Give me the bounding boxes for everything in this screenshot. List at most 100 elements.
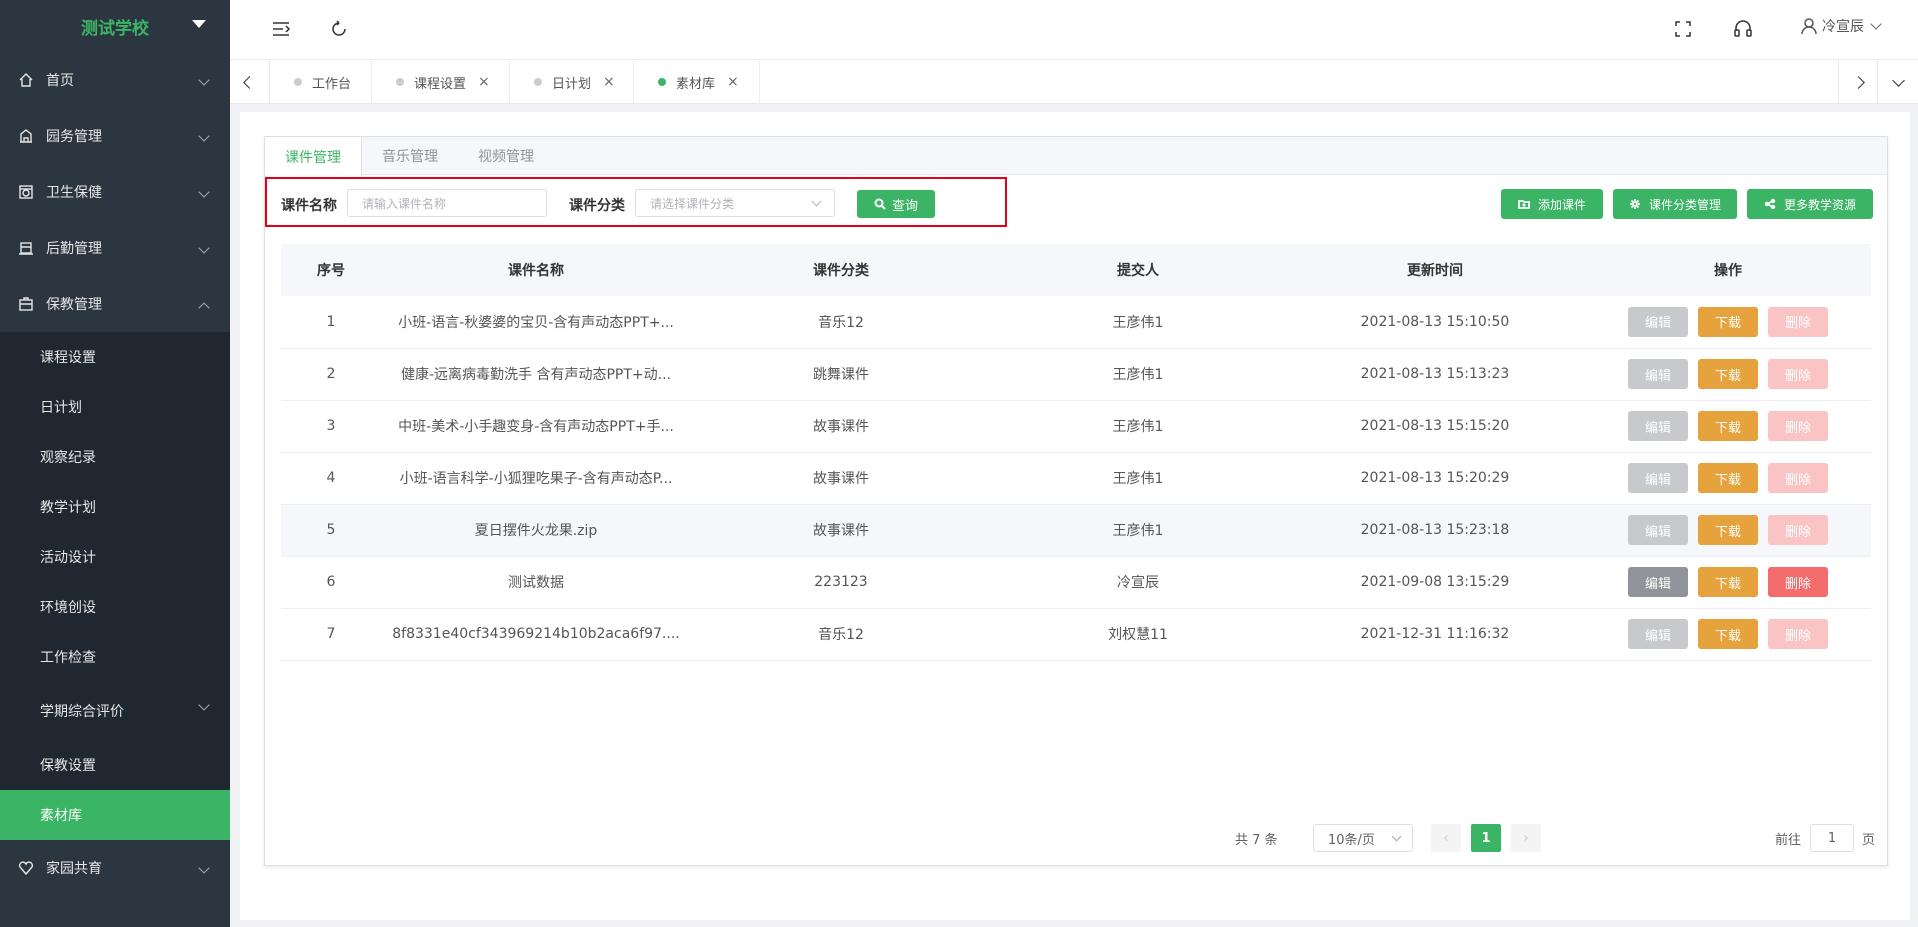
share-icon xyxy=(1764,198,1776,210)
menu-administration[interactable]: 园务管理 xyxy=(0,108,230,164)
gear-icon xyxy=(1629,199,1640,209)
cell-updated: 2021-08-13 15:13:23 xyxy=(1285,348,1585,401)
home-icon xyxy=(19,73,33,87)
download-button[interactable]: 下载 xyxy=(1698,619,1758,649)
sidebar-item-teaching-plan[interactable]: 教学计划 xyxy=(0,482,230,532)
chevron-down-icon xyxy=(198,862,210,874)
menu-home[interactable]: 首页 xyxy=(0,52,230,108)
tab-material-library[interactable]: 素材库 × xyxy=(634,60,760,104)
chevron-down-icon xyxy=(198,242,210,254)
search-form: 课件名称 请输入课件名称 课件分类 请选择课件分类 查询 xyxy=(265,177,1007,227)
tab-course-settings[interactable]: 课程设置 × xyxy=(372,60,510,104)
cell-submitter: 王彦伟1 xyxy=(991,348,1285,401)
menu-health[interactable]: 卫生保健 xyxy=(0,164,230,220)
chevron-left-icon xyxy=(243,75,256,89)
main-content: 课件管理 音乐管理 视频管理 课件名称 请输入课件名称 课件分类 请选择课件分类… xyxy=(240,112,1910,920)
sidebar-item-course-settings[interactable]: 课程设置 xyxy=(0,332,230,382)
download-button[interactable]: 下载 xyxy=(1698,359,1758,389)
query-label: 查询 xyxy=(891,198,918,214)
cell-submitter: 王彦伟1 xyxy=(991,504,1285,557)
tab-courseware[interactable]: 课件管理 xyxy=(265,137,362,176)
table-row: 1 小班-语言-秋婆婆的宝贝-含有声动态PPT+... 音乐12 王彦伟1 20… xyxy=(281,296,1871,349)
folder-add-icon xyxy=(1518,200,1530,209)
sidebar-item-term-evaluation[interactable]: 学期综合评价 xyxy=(0,682,230,740)
education-submenu: 课程设置 日计划 观察纪录 教学计划 活动设计 环境创设 工作检查 学期综合评价… xyxy=(0,332,230,840)
caret-down-icon[interactable] xyxy=(192,20,206,28)
edit-button: 编辑 xyxy=(1628,463,1688,493)
cell-name: 8f8331e40cf343969214b10b2aca6f97.... xyxy=(381,608,691,661)
sidebar-item-observation[interactable]: 观察纪录 xyxy=(0,432,230,482)
tabs-menu[interactable] xyxy=(1878,60,1918,104)
goto-label: 前往 xyxy=(1775,832,1802,848)
school-switcher[interactable]: 测试学校 xyxy=(0,0,230,52)
sub-label: 保教设置 xyxy=(40,758,96,774)
sidebar-item-environment[interactable]: 环境创设 xyxy=(0,582,230,632)
menu-home-school[interactable]: 家园共育 xyxy=(0,840,230,896)
add-courseware-button[interactable]: 添加课件 xyxy=(1501,189,1603,219)
cell-updated: 2021-08-13 15:20:29 xyxy=(1285,452,1585,505)
delete-button: 删除 xyxy=(1768,619,1828,649)
download-button[interactable]: 下载 xyxy=(1698,306,1758,337)
tabs-scroll-left[interactable] xyxy=(230,60,270,104)
sidebar-item-material-library[interactable]: 素材库 xyxy=(0,790,230,840)
edit-button: 编辑 xyxy=(1628,359,1688,389)
cell-category: 跳舞课件 xyxy=(691,348,991,401)
sidebar-item-activity-design[interactable]: 活动设计 xyxy=(0,532,230,582)
headset-icon[interactable] xyxy=(1732,18,1754,40)
category-select[interactable]: 请选择课件分类 xyxy=(635,189,835,217)
tab-daily-plan[interactable]: 日计划 × xyxy=(510,60,634,104)
close-icon[interactable]: × xyxy=(478,74,490,90)
chevron-down-icon xyxy=(811,196,822,207)
next-page-button[interactable]: › xyxy=(1511,824,1541,852)
tabs-scroll-right[interactable] xyxy=(1838,60,1878,104)
close-icon[interactable]: × xyxy=(727,74,739,90)
tab-music[interactable]: 音乐管理 xyxy=(362,137,458,175)
chevron-down-icon xyxy=(1870,18,1882,30)
download-button[interactable]: 下载 xyxy=(1698,411,1758,441)
cell-submitter: 王彦伟1 xyxy=(991,400,1285,453)
goto-page-input[interactable]: 1 xyxy=(1810,824,1854,852)
fullscreen-icon[interactable] xyxy=(1672,18,1694,40)
more-resources-button[interactable]: 更多教学资源 xyxy=(1747,189,1873,219)
delete-button[interactable]: 删除 xyxy=(1768,567,1828,597)
tab-video[interactable]: 视频管理 xyxy=(458,137,554,175)
courseware-name-input[interactable]: 请输入课件名称 xyxy=(347,189,547,217)
page-number-current[interactable]: 1 xyxy=(1471,824,1501,852)
cell-name: 中班-美术-小手趣变身-含有声动态PPT+手... xyxy=(381,400,691,453)
cell-submitter: 冷宣辰 xyxy=(991,556,1285,609)
prev-page-button[interactable]: ‹ xyxy=(1431,824,1461,852)
heart-icon xyxy=(18,861,34,876)
menu-logistics[interactable]: 后勤管理 xyxy=(0,220,230,276)
download-button[interactable]: 下载 xyxy=(1698,567,1758,597)
category-label: 课件分类 xyxy=(569,198,625,214)
more-label: 更多教学资源 xyxy=(1783,197,1856,212)
user-menu[interactable]: 冷宣辰 xyxy=(1800,16,1882,36)
add-label: 添加课件 xyxy=(1537,197,1586,212)
cell-category: 音乐12 xyxy=(691,608,991,661)
category-manage-button[interactable]: 课件分类管理 xyxy=(1613,189,1737,219)
download-button[interactable]: 下载 xyxy=(1698,463,1758,493)
table-row: 2 健康-远离病毒勤洗手 含有声动态PPT+动... 跳舞课件 王彦伟1 202… xyxy=(281,348,1871,401)
tab-workbench[interactable]: 工作台 xyxy=(270,60,372,104)
delete-button: 删除 xyxy=(1768,411,1828,441)
cell-no: 6 xyxy=(281,556,381,609)
sidebar-item-education-settings[interactable]: 保教设置 xyxy=(0,740,230,790)
cell-name: 测试数据 xyxy=(381,556,691,609)
page-size-select[interactable]: 10条/页 xyxy=(1313,824,1413,852)
menu-label: 卫生保健 xyxy=(46,185,102,201)
delete-button: 删除 xyxy=(1768,359,1828,389)
close-icon[interactable]: × xyxy=(603,74,615,90)
sidebar-item-daily-plan[interactable]: 日计划 xyxy=(0,382,230,432)
cell-category: 223123 xyxy=(691,556,991,609)
sub-label: 环境创设 xyxy=(40,600,96,616)
refresh-icon[interactable] xyxy=(328,18,350,40)
menu-education[interactable]: 保教管理 xyxy=(0,276,230,332)
collapse-menu-icon[interactable] xyxy=(270,18,292,40)
download-button[interactable]: 下载 xyxy=(1698,515,1758,545)
menu-label: 后勤管理 xyxy=(46,241,102,257)
cell-category: 故事课件 xyxy=(691,504,991,557)
sidebar-item-work-check[interactable]: 工作检查 xyxy=(0,632,230,682)
edit-button[interactable]: 编辑 xyxy=(1628,567,1688,597)
query-button[interactable]: 查询 xyxy=(857,190,935,218)
page-unit-label: 页 xyxy=(1862,832,1876,848)
